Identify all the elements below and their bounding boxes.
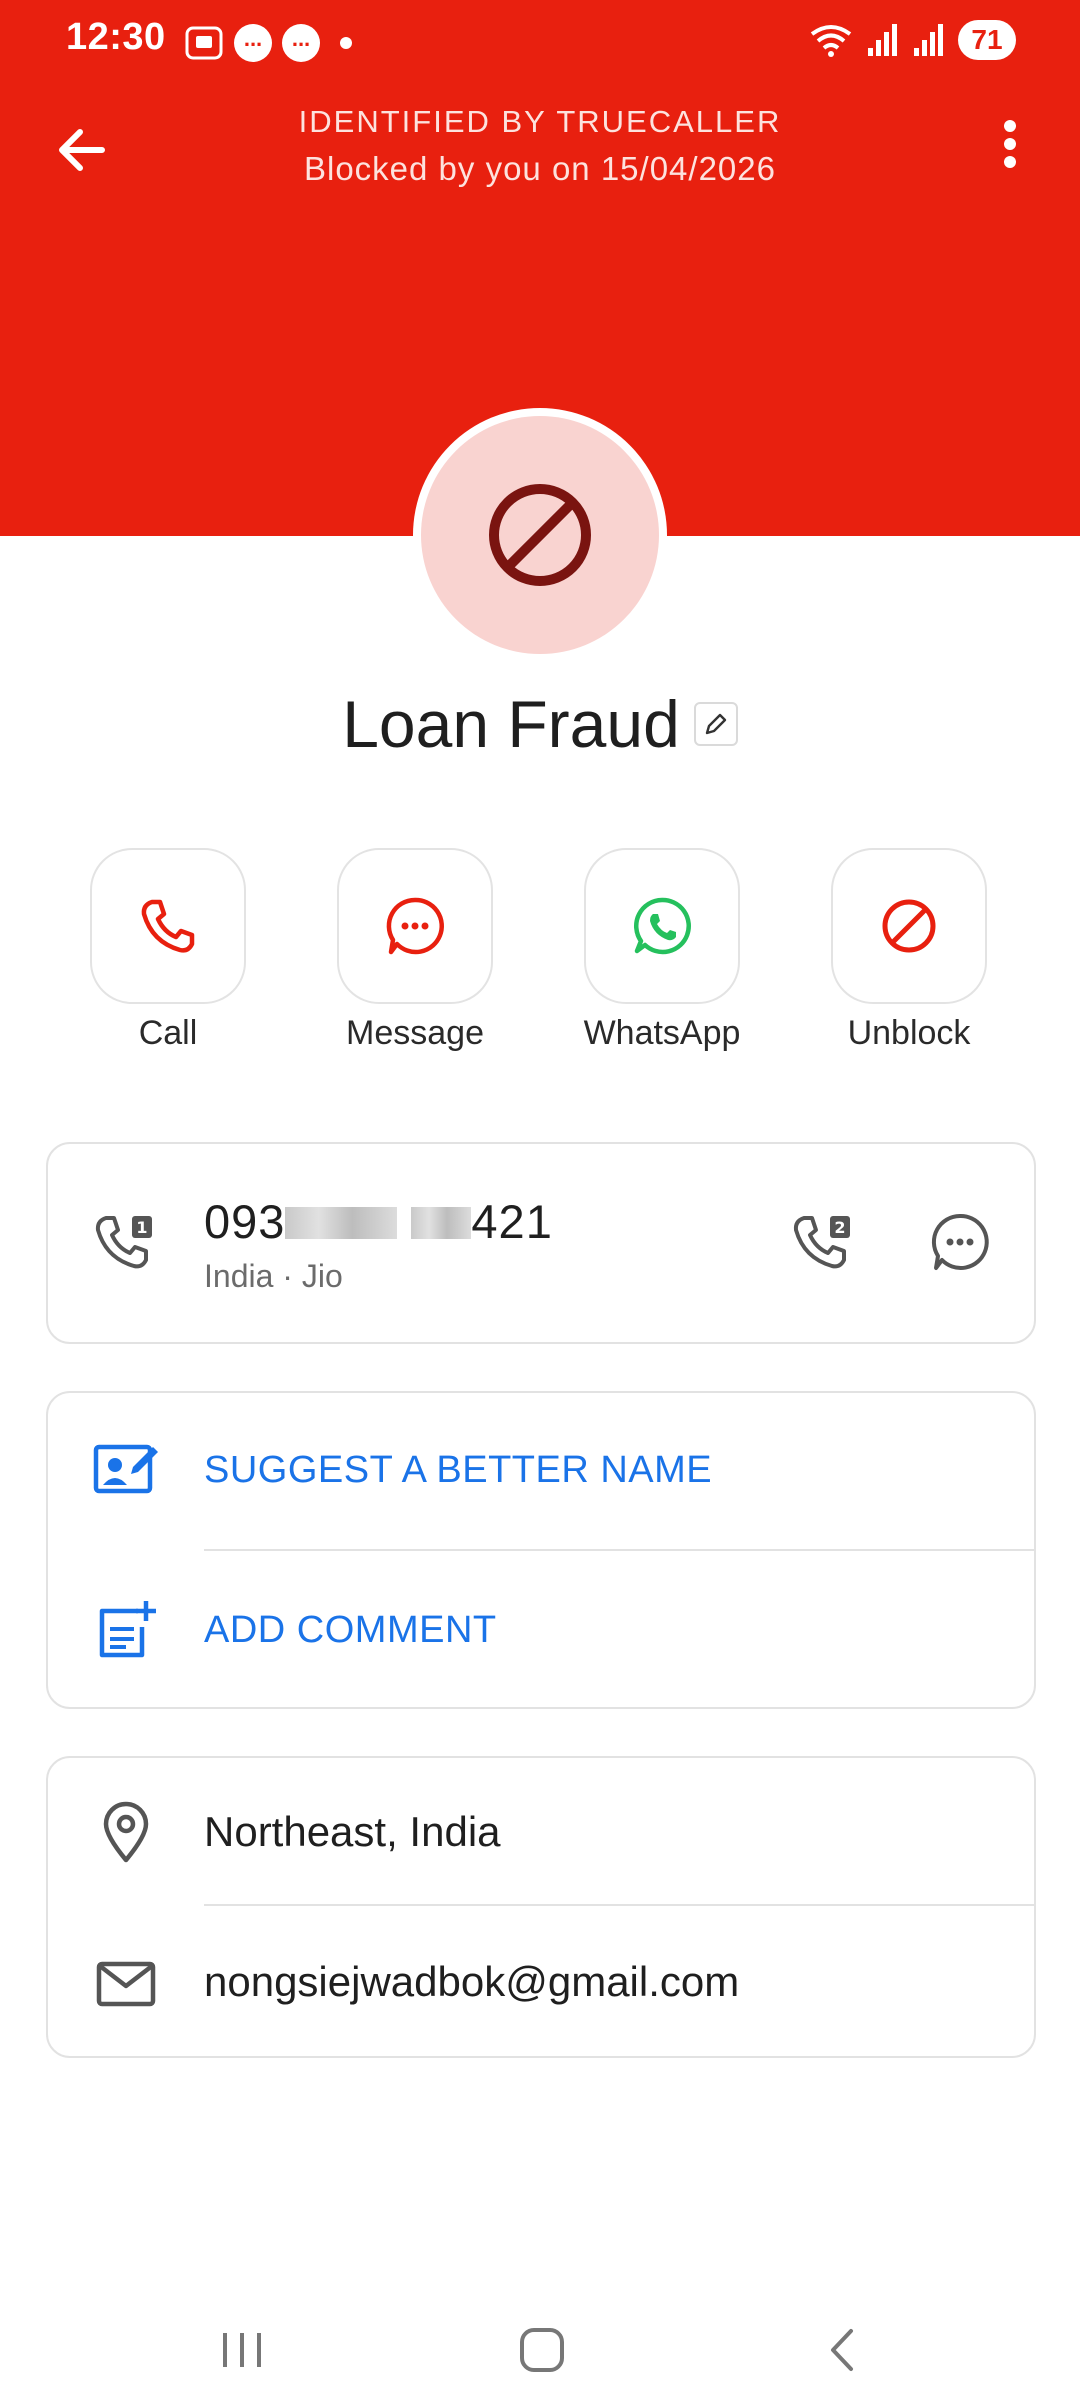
contact-name: Loan Fraud <box>342 687 680 761</box>
message-button[interactable] <box>337 848 493 1004</box>
contact-info-card: Northeast, India nongsiejwadbok@gmail.co… <box>46 1756 1036 2058</box>
call-button[interactable] <box>90 848 246 1004</box>
phone-icon <box>141 899 195 953</box>
edit-name-button[interactable] <box>693 702 738 746</box>
home-icon <box>520 2328 564 2372</box>
message-icon <box>931 1213 989 1270</box>
sim2-call-button[interactable]: 2 <box>788 1206 860 1278</box>
signal-icon <box>914 24 943 56</box>
whatsapp-icon <box>633 897 691 955</box>
email-text[interactable]: nongsiejwadbok@gmail.com <box>204 1958 739 2006</box>
back-chevron-icon <box>831 2329 853 2371</box>
sms-button[interactable] <box>924 1206 996 1278</box>
location-icon-wrap <box>90 1796 162 1868</box>
suggest-name-icon-wrap <box>90 1433 162 1505</box>
add-comment-link[interactable]: ADD COMMENT <box>204 1609 497 1652</box>
email-icon-wrap <box>90 1948 162 2020</box>
message-icon <box>386 897 444 955</box>
whatsapp-label: WhatsApp <box>583 1014 741 1052</box>
signal-icon <box>868 24 897 56</box>
divider <box>204 1549 1034 1551</box>
phone-number: 093 421 <box>204 1194 553 1249</box>
status-bar: 12:30 ... ... 71 <box>0 14 1080 78</box>
phone-suffix: 421 <box>471 1195 553 1248</box>
redacted-digits <box>285 1206 398 1239</box>
pencil-icon <box>705 713 726 735</box>
contact-name-row: Loan Fraud <box>0 686 1080 762</box>
blocked-avatar-icon <box>489 484 591 586</box>
blocked-date-label: Blocked by you on 15/04/2026 <box>303 150 776 187</box>
sim1-call-button[interactable]: 1 <box>90 1206 162 1278</box>
add-comment-icon <box>99 1601 156 1658</box>
unblock-action[interactable]: Unblock <box>831 848 987 1053</box>
mail-icon <box>96 1961 156 2007</box>
call-action[interactable]: Call <box>90 848 246 1053</box>
unblock-button[interactable] <box>831 848 987 1004</box>
avatar <box>413 408 667 662</box>
suggest-better-name-link[interactable]: SUGGEST A BETTER NAME <box>204 1449 712 1492</box>
wifi-icon <box>810 25 852 57</box>
message-action[interactable]: Message <box>337 848 493 1053</box>
call-label: Call <box>138 1014 198 1052</box>
screenshot-icon <box>185 26 223 60</box>
chat-notification-icon: ... <box>234 24 272 62</box>
notification-icons: ... ... <box>184 24 352 62</box>
message-label: Message <box>346 1014 484 1052</box>
sim1-phone-icon: 1 <box>95 1216 152 1269</box>
add-comment-icon-wrap <box>90 1593 162 1665</box>
whatsapp-button[interactable] <box>584 848 740 1004</box>
status-time: 12:30 <box>66 16 166 58</box>
phone-number-card[interactable]: 1 093 421 India · Jio 2 <box>46 1142 1036 1344</box>
more-notifications-dot <box>340 37 352 49</box>
identified-by-label: IDENTIFIED BY TRUECALLER <box>298 104 782 139</box>
phone-details: India · Jio <box>204 1258 343 1294</box>
block-icon <box>882 899 936 953</box>
svg-text:2: 2 <box>834 1218 845 1237</box>
suggest-card: SUGGEST A BETTER NAME ADD COMMENT <box>46 1391 1036 1709</box>
location-text: Northeast, India <box>204 1808 501 1855</box>
whatsapp-action[interactable]: WhatsApp <box>584 848 740 1053</box>
system-icons: 71 <box>808 20 1016 60</box>
battery-indicator: 71 <box>958 20 1016 60</box>
phone-prefix: 093 <box>204 1195 286 1248</box>
chat-notification-icon: ... <box>282 24 320 62</box>
recents-nav-button[interactable] <box>202 2310 282 2390</box>
unblock-label: Unblock <box>847 1014 971 1052</box>
divider <box>204 1904 1034 1906</box>
redacted-digits <box>411 1206 472 1239</box>
svg-text:1: 1 <box>136 1218 147 1237</box>
home-nav-button[interactable] <box>502 2310 582 2390</box>
recents-icon <box>223 2333 261 2367</box>
sim2-phone-icon: 2 <box>793 1216 850 1269</box>
location-pin-icon <box>103 1801 149 1863</box>
id-card-edit-icon <box>93 1444 158 1494</box>
back-nav-button[interactable] <box>804 2310 884 2390</box>
